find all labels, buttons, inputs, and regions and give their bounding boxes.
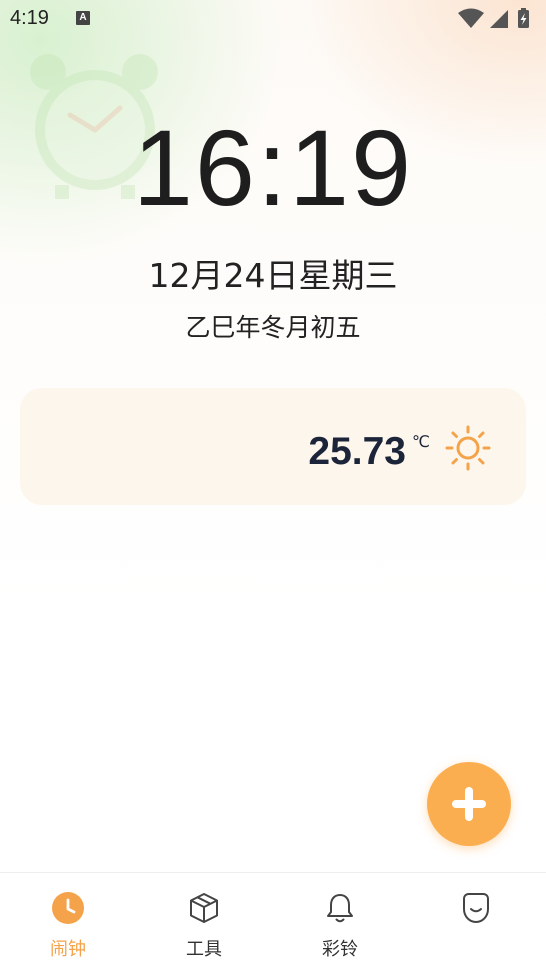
current-time: 16:19	[132, 107, 414, 228]
profile-icon	[463, 893, 489, 924]
status-icons	[458, 8, 529, 28]
nav-label-tools: 工具	[186, 939, 222, 960]
nav-label-alarm: 闹钟	[50, 939, 86, 960]
notification-a-icon: A	[76, 11, 90, 25]
nav-item-alarm[interactable]: 闹钟	[0, 873, 136, 973]
wifi-icon	[458, 8, 484, 28]
plus-icon	[452, 787, 486, 821]
status-time: 4:19	[10, 7, 49, 29]
status-bar: 4:19 A	[0, 0, 546, 40]
temperature-value: 25.73	[308, 430, 406, 473]
weather-card[interactable]: 25.73 ℃	[20, 388, 526, 505]
nav-label-ringtone: 彩铃	[322, 939, 358, 960]
sun-icon	[445, 425, 491, 471]
bottom-navigation: 闹钟 工具 彩铃	[0, 872, 546, 973]
nav-item-profile[interactable]	[408, 873, 544, 973]
nav-item-tools[interactable]: 工具	[136, 873, 272, 973]
lunar-date: 乙巳年冬月初五	[185, 313, 361, 342]
battery-icon	[518, 8, 529, 28]
clock-icon	[52, 892, 84, 924]
temperature-unit: ℃	[412, 432, 430, 451]
box-icon	[190, 893, 218, 923]
signal-icon	[490, 10, 508, 28]
nav-item-ringtone[interactable]: 彩铃	[272, 873, 408, 973]
add-alarm-button[interactable]	[427, 762, 511, 846]
bell-icon	[327, 894, 353, 923]
current-date: 12月24日星期三	[148, 256, 398, 295]
